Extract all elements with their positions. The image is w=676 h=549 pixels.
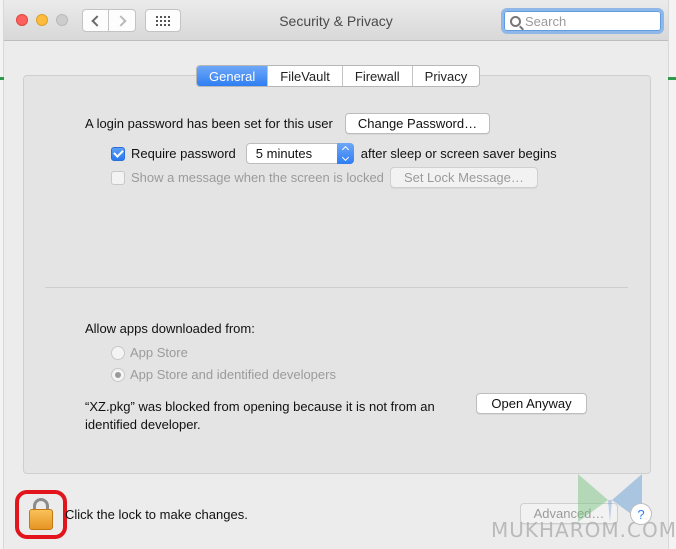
help-button[interactable]: ? — [630, 503, 652, 525]
background-window-accent-right — [668, 77, 676, 80]
search-field[interactable] — [501, 8, 664, 34]
security-privacy-window: Security & Privacy General FileVault Fir… — [4, 0, 676, 549]
section-divider — [45, 287, 628, 288]
radio-app-store-label: App Store — [130, 345, 188, 360]
search-icon — [510, 15, 521, 27]
lock-hint-text: Click the lock to make changes. — [65, 507, 248, 522]
radio-identified-developers-row[interactable]: App Store and identified developers — [111, 367, 336, 382]
radio-identified-developers-label: App Store and identified developers — [130, 367, 336, 382]
tab-general[interactable]: General — [197, 66, 268, 86]
require-password-label: Require password — [131, 146, 236, 161]
change-password-button[interactable]: Change Password… — [344, 113, 491, 134]
blocked-message-line2: identified developer. — [85, 417, 201, 432]
require-password-delay-select[interactable]: 5 minutes — [245, 143, 354, 164]
tab-bar: General FileVault Firewall Privacy — [196, 65, 481, 87]
select-arrows-icon — [336, 143, 354, 164]
show-message-checkbox[interactable] — [111, 170, 125, 185]
lock-button[interactable] — [15, 490, 67, 539]
radio-identified-developers[interactable] — [111, 367, 125, 382]
require-password-row: Require password 5 minutes after sleep o… — [111, 143, 557, 164]
background-window-right-edge — [668, 0, 676, 549]
tab-filevault[interactable]: FileVault — [267, 66, 342, 86]
allow-apps-heading: Allow apps downloaded from: — [85, 321, 255, 336]
lock-icon — [29, 509, 53, 530]
search-input[interactable] — [525, 13, 650, 29]
login-password-text: A login password has been set for this u… — [85, 116, 333, 131]
tab-privacy[interactable]: Privacy — [411, 66, 480, 86]
radio-app-store-row[interactable]: App Store — [111, 345, 188, 360]
set-lock-message-button[interactable]: Set Lock Message… — [389, 167, 538, 188]
open-anyway-button[interactable]: Open Anyway — [476, 393, 587, 414]
title-bar: Security & Privacy — [4, 0, 668, 41]
require-password-delay-value: 5 minutes — [255, 146, 313, 161]
blocked-message: “XZ.pkg” was blocked from opening becaus… — [85, 398, 435, 434]
show-message-label: Show a message when the screen is locked — [131, 170, 384, 185]
require-password-suffix: after sleep or screen saver begins — [360, 146, 557, 161]
radio-app-store[interactable] — [111, 345, 125, 360]
show-message-row: Show a message when the screen is locked… — [111, 167, 538, 188]
allow-apps-heading-row: Allow apps downloaded from: — [85, 321, 255, 336]
blocked-message-line1: “XZ.pkg” was blocked from opening becaus… — [85, 399, 435, 414]
login-password-row: A login password has been set for this u… — [85, 113, 491, 134]
require-password-checkbox[interactable] — [111, 146, 125, 161]
tab-firewall[interactable]: Firewall — [341, 66, 412, 86]
